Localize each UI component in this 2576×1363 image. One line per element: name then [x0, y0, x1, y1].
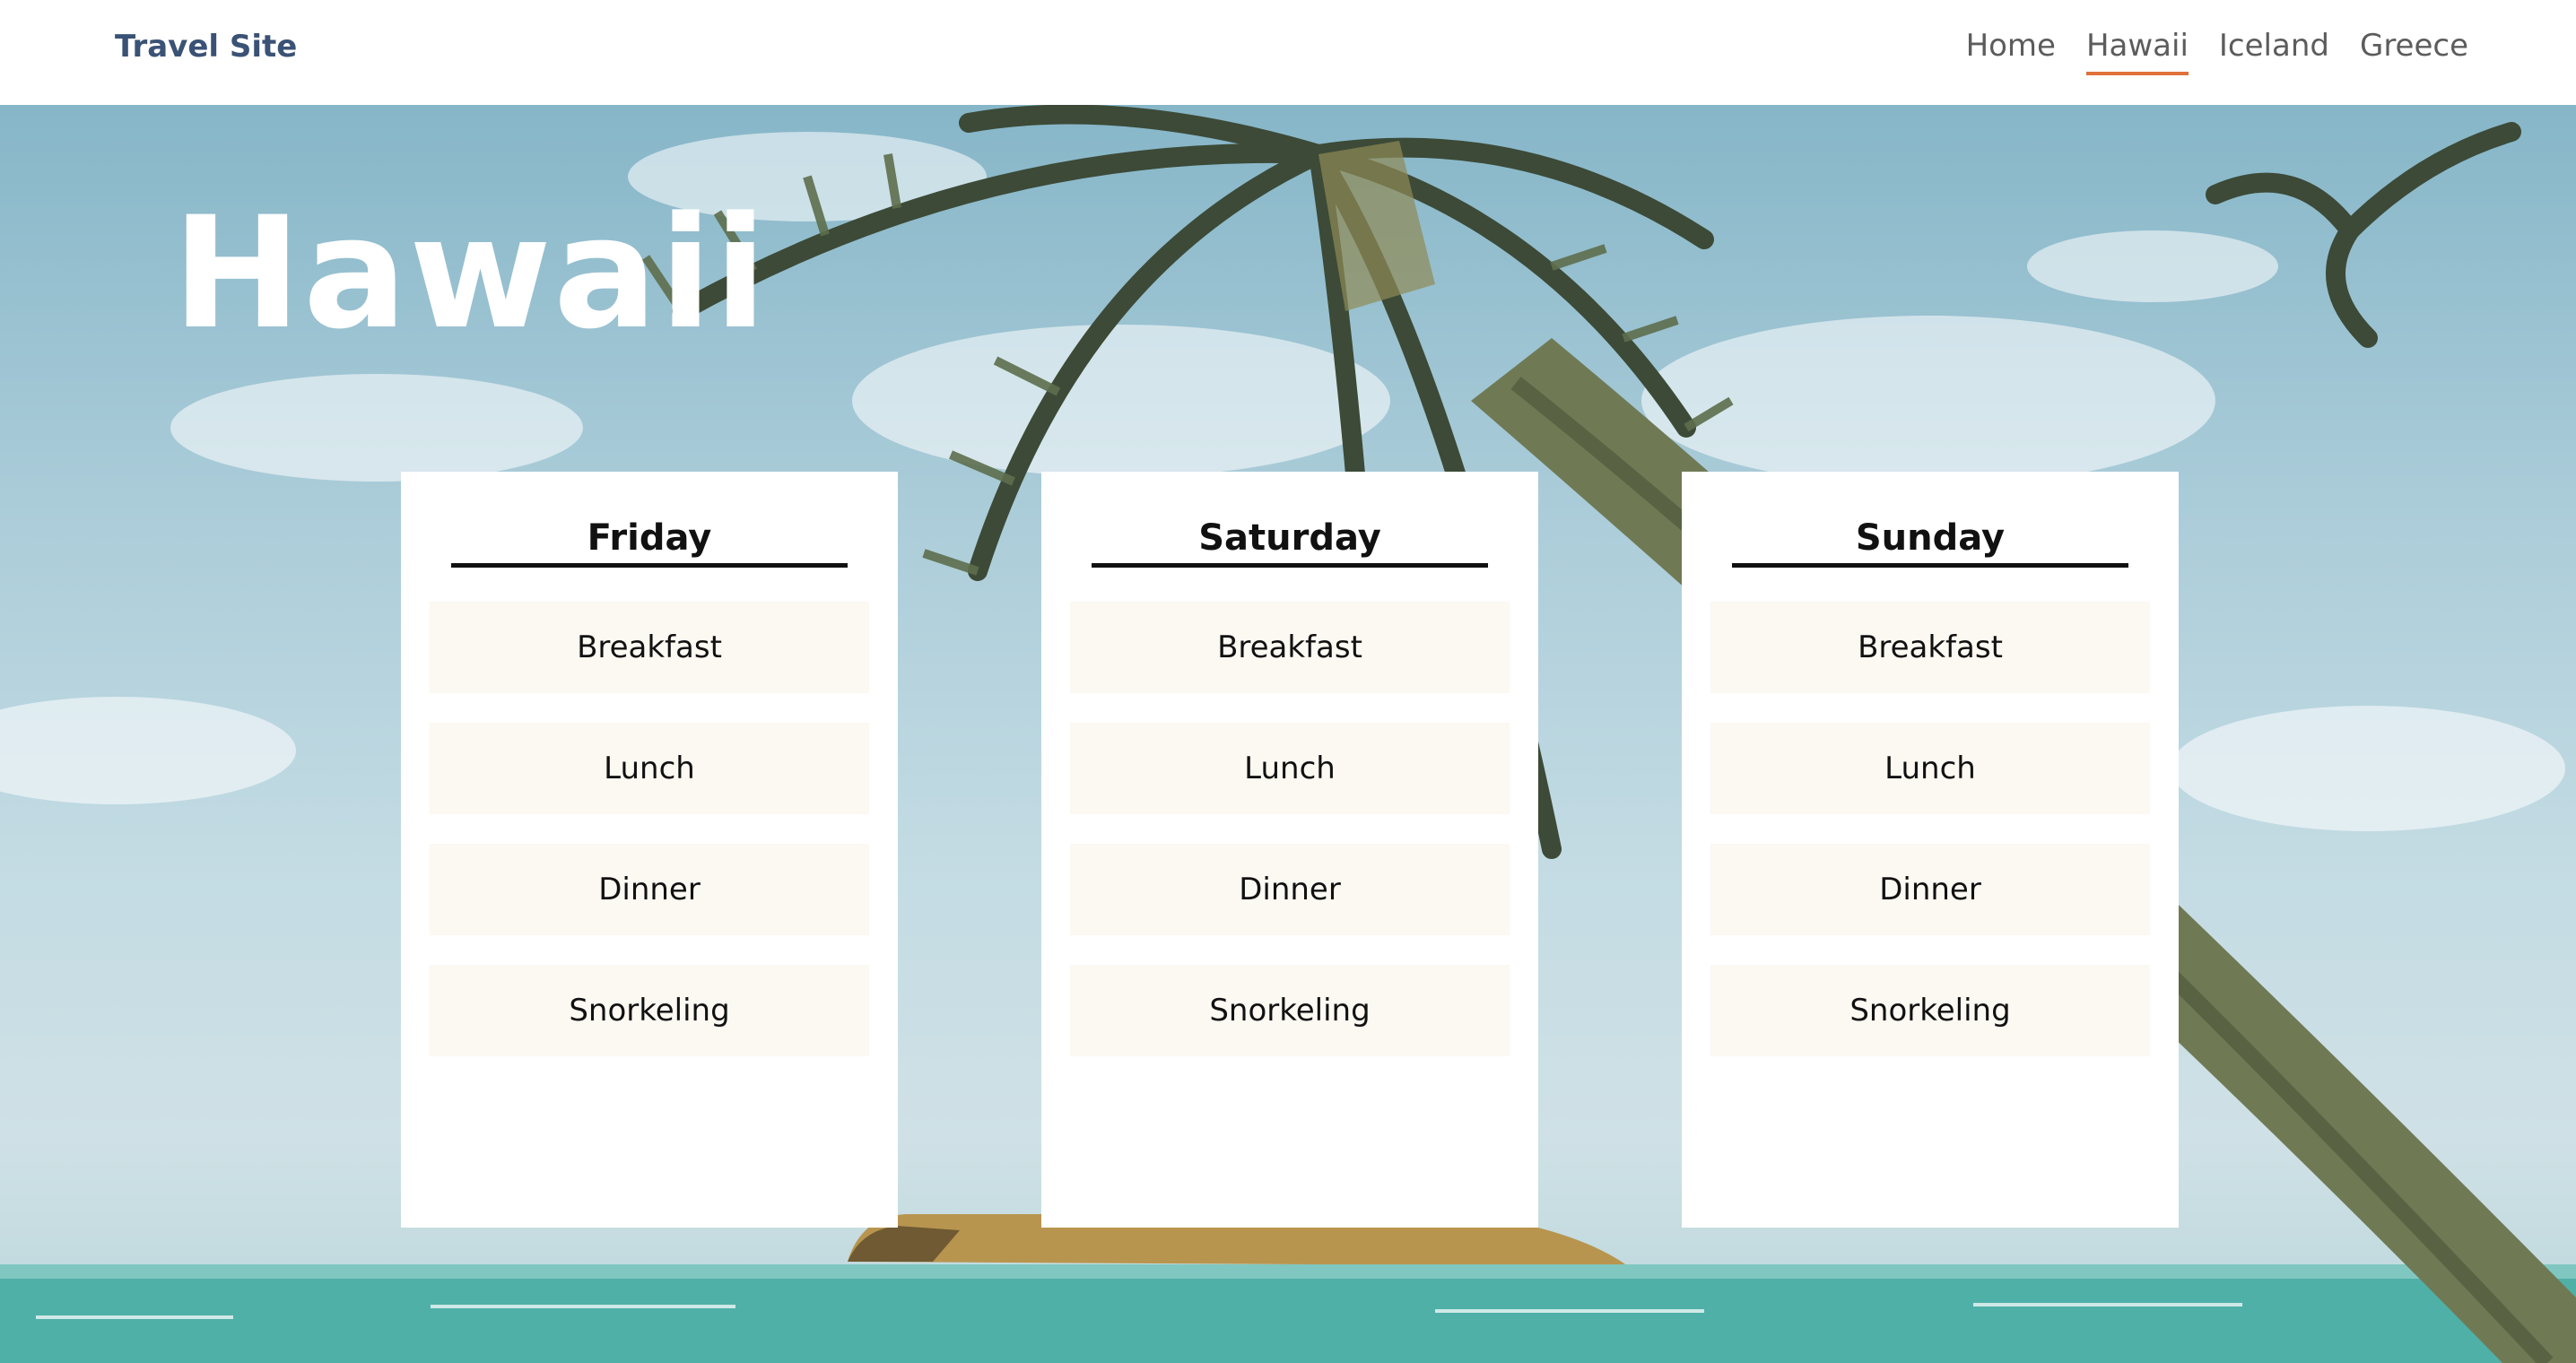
activity-item-dinner[interactable]: Dinner: [1710, 844, 2150, 935]
activity-item-dinner[interactable]: Dinner: [430, 844, 869, 935]
day-card-friday: Friday Breakfast Lunch Dinner Snorkeling: [401, 472, 898, 1228]
activity-item-lunch[interactable]: Lunch: [1070, 723, 1510, 814]
activity-item-lunch[interactable]: Lunch: [1710, 723, 2150, 814]
day-title: Sunday: [1732, 517, 2128, 568]
activity-item-snorkeling[interactable]: Snorkeling: [1070, 965, 1510, 1056]
day-card-sunday: Sunday Breakfast Lunch Dinner Snorkeling: [1682, 472, 2179, 1228]
activity-item-lunch[interactable]: Lunch: [430, 723, 869, 814]
activity-item-breakfast[interactable]: Breakfast: [1710, 602, 2150, 693]
activity-item-snorkeling[interactable]: Snorkeling: [1710, 965, 2150, 1056]
activity-item-dinner[interactable]: Dinner: [1070, 844, 1510, 935]
nav-item-hawaii[interactable]: Hawaii: [2085, 25, 2189, 75]
site-brand[interactable]: Travel Site: [115, 27, 297, 66]
page-title: Hawaii: [172, 183, 769, 363]
activity-item-breakfast[interactable]: Breakfast: [1070, 602, 1510, 693]
top-navbar: Travel Site Home Hawaii Iceland Greece: [0, 0, 2576, 105]
nav-item-iceland[interactable]: Iceland: [2219, 25, 2329, 75]
nav-item-home[interactable]: Home: [1966, 25, 2056, 75]
day-title: Saturday: [1092, 517, 1488, 568]
day-card-saturday: Saturday Breakfast Lunch Dinner Snorkeli…: [1041, 472, 1538, 1228]
day-title: Friday: [451, 517, 848, 568]
nav-item-greece[interactable]: Greece: [2360, 25, 2468, 75]
activity-item-snorkeling[interactable]: Snorkeling: [430, 965, 869, 1056]
activity-item-breakfast[interactable]: Breakfast: [430, 602, 869, 693]
main-nav: Home Hawaii Iceland Greece: [1966, 25, 2468, 75]
